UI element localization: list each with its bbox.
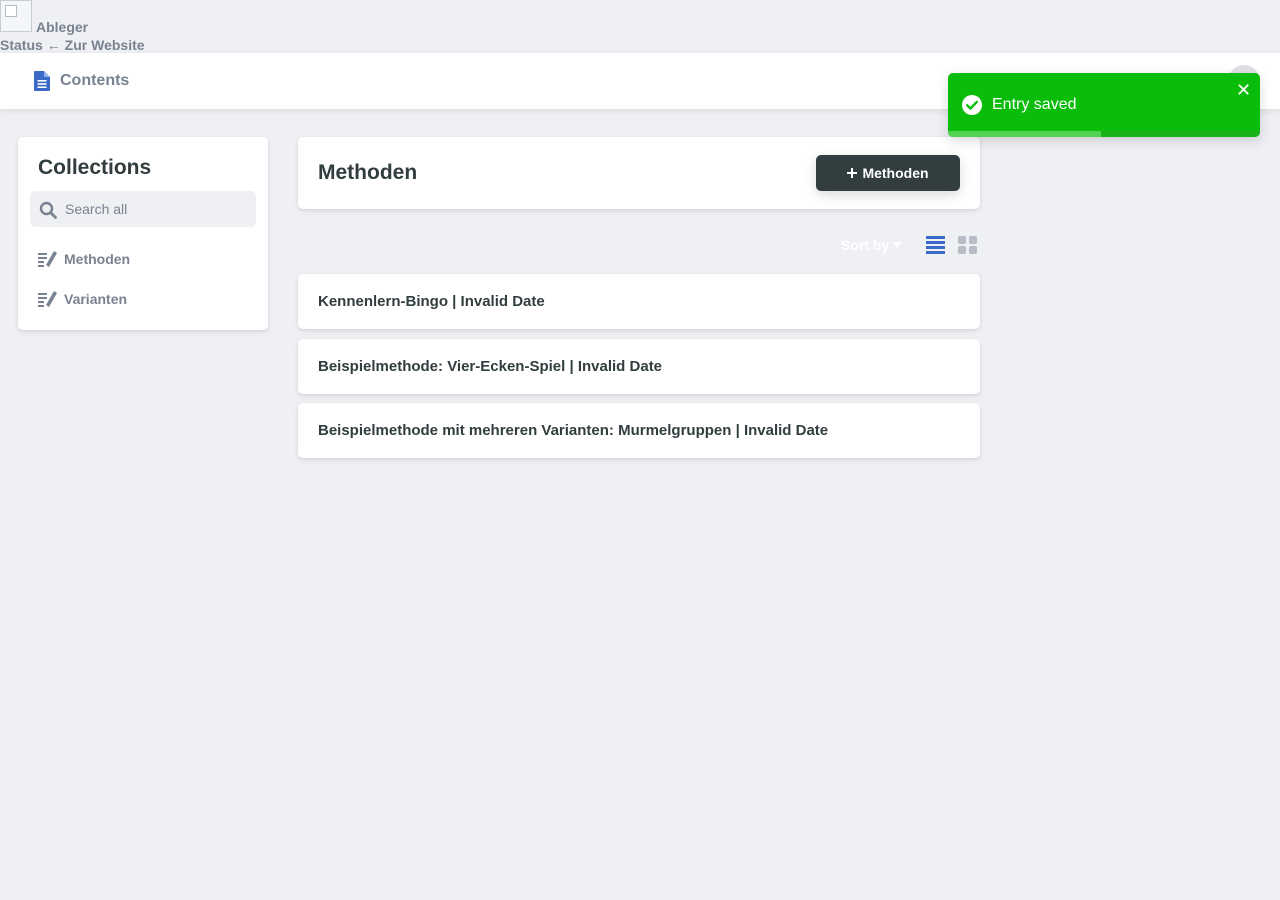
collection-header: Methoden Methoden — [298, 137, 980, 209]
sidebar-item-varianten[interactable]: Varianten — [38, 291, 127, 307]
success-toast: Entry saved ✕ — [948, 73, 1260, 137]
new-entry-button[interactable]: Methoden — [816, 155, 960, 191]
back-to-website-link[interactable]: ← Zur Website — [47, 37, 145, 53]
search-input[interactable] — [65, 191, 250, 227]
list-item[interactable]: Beispielmethode: Vier-Ecken-Spiel | Inva… — [298, 339, 980, 394]
list-view-icon[interactable] — [926, 235, 946, 255]
toast-message: Entry saved — [992, 96, 1077, 113]
sidebar-title: Collections — [38, 156, 152, 179]
nav-contents-label: Contents — [60, 72, 130, 89]
plus-icon — [847, 168, 858, 178]
list-item[interactable]: Kennenlern-Bingo | Invalid Date — [298, 274, 980, 329]
collection-edit-icon — [38, 251, 57, 267]
collection-edit-icon — [38, 291, 57, 307]
check-circle-icon — [962, 95, 982, 115]
sidebar-item-methoden[interactable]: Methoden — [38, 251, 130, 267]
entry-title: Beispielmethode: Vier-Ecken-Spiel | Inva… — [318, 358, 663, 375]
nav-contents[interactable]: Contents — [34, 71, 129, 91]
collections-sidebar: Collections Methoden Varianten — [18, 137, 268, 330]
toast-progress-track — [948, 131, 1260, 137]
logo-image — [0, 0, 32, 32]
sidebar-item-label: Methoden — [64, 251, 131, 267]
search-box — [30, 191, 256, 227]
document-icon — [34, 71, 50, 91]
close-icon[interactable]: ✕ — [1236, 81, 1251, 99]
chevron-down-icon — [893, 242, 903, 248]
search-icon — [39, 201, 57, 219]
entry-title: Beispielmethode mit mehreren Varianten: … — [318, 422, 829, 439]
app-topbar: Ableger Status ← Zur Website — [0, 0, 1280, 53]
sort-by-dropdown[interactable]: Sort by — [841, 237, 903, 253]
entry-title: Kennenlern-Bingo | Invalid Date — [318, 293, 545, 310]
list-item[interactable]: Beispielmethode mit mehreren Varianten: … — [298, 403, 980, 458]
grid-view-icon[interactable] — [958, 235, 978, 255]
new-entry-button-label: Methoden — [862, 165, 929, 181]
sort-by-label: Sort by — [841, 237, 890, 253]
app-name: Ableger — [36, 19, 89, 35]
sidebar-item-label: Varianten — [64, 291, 128, 307]
status-line: Status ← Zur Website — [0, 37, 149, 53]
toast-progress-bar — [948, 131, 1101, 137]
page-title: Methoden — [318, 161, 418, 184]
status-label: Status — [0, 37, 43, 53]
